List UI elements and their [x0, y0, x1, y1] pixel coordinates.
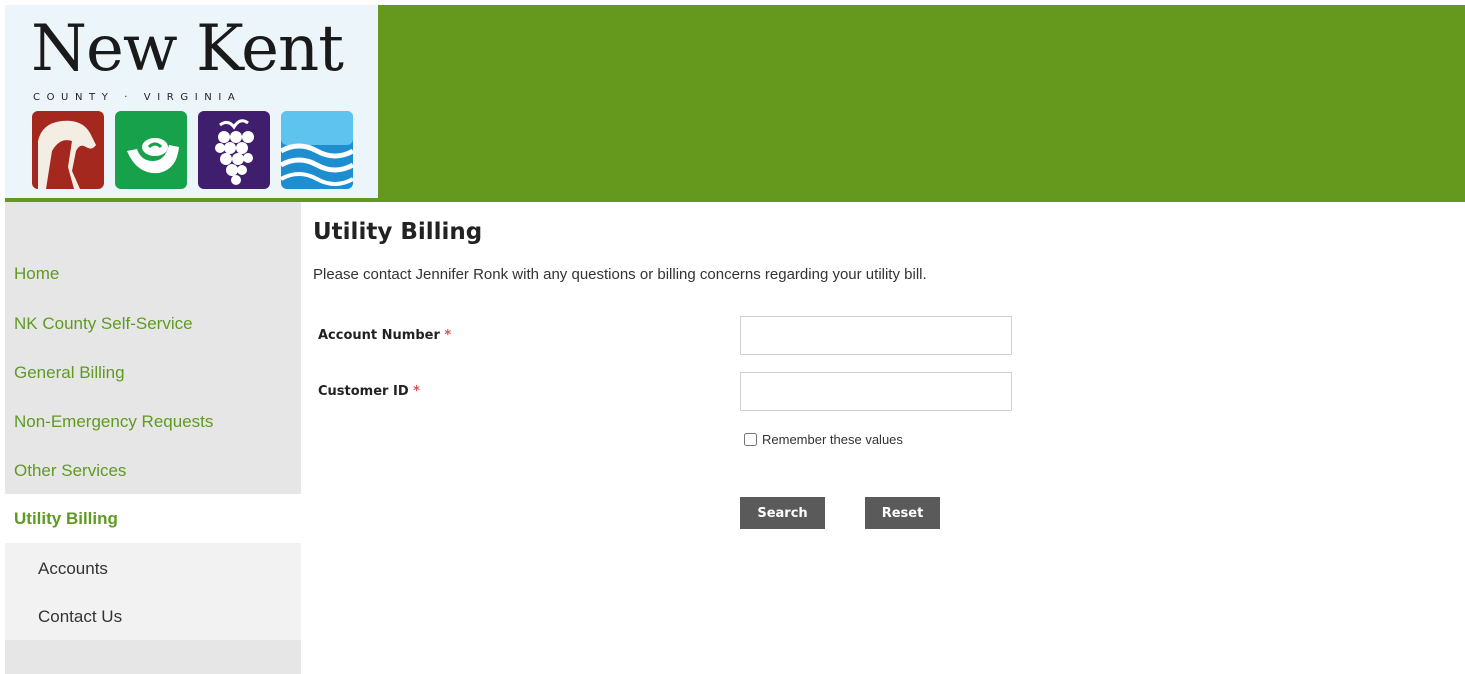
sidebar-item-label: Non-Emergency Requests [14, 411, 214, 431]
logo-subtitle: COUNTY · VIRGINIA [33, 92, 242, 103]
sidebar-item-label: Home [14, 263, 60, 283]
sidebar-item-non-emergency-requests[interactable]: Non-Emergency Requests [5, 397, 301, 446]
sidebar-item-nk-county-self-service[interactable]: NK County Self-Service [5, 299, 301, 348]
required-marker: * [444, 328, 452, 343]
account-number-label: Account Number * [318, 328, 451, 343]
search-button[interactable]: Search [740, 497, 825, 529]
horse-icon [32, 111, 104, 189]
remember-values-label: Remember these values [762, 432, 903, 447]
sidebar-subitem-label: Accounts [38, 559, 108, 578]
sidebar-item-label: NK County Self-Service [14, 313, 193, 333]
remember-values-option[interactable]: Remember these values [744, 432, 903, 447]
customer-id-input[interactable] [740, 372, 1012, 411]
sidebar-item-general-billing[interactable]: General Billing [5, 348, 301, 397]
sidebar-item-label: Utility Billing [14, 508, 118, 528]
hand-leaf-icon [115, 111, 187, 189]
remember-values-checkbox[interactable] [744, 433, 757, 446]
sidebar-subitem-accounts[interactable]: Accounts [5, 545, 301, 593]
sidebar-item-utility-billing[interactable]: Utility Billing [5, 494, 301, 543]
sidebar-subitem-label: Contact Us [38, 607, 123, 626]
water-waves-icon [279, 111, 355, 189]
reset-button[interactable]: Reset [865, 497, 940, 529]
sidebar-nav: Home NK County Self-Service General Bill… [5, 202, 301, 674]
sidebar-item-other-services[interactable]: Other Services [5, 446, 301, 495]
logo-icon-row [32, 111, 356, 191]
account-number-label-text: Account Number [318, 328, 440, 343]
logo-title: New Kent [31, 12, 344, 86]
page-title: Utility Billing [313, 219, 483, 245]
customer-id-label: Customer ID * [318, 384, 420, 399]
sidebar-item-label: Other Services [14, 460, 127, 480]
account-number-input[interactable] [740, 316, 1012, 355]
site-header: New Kent COUNTY · VIRGINIA [5, 5, 1465, 199]
county-logo[interactable]: New Kent COUNTY · VIRGINIA [5, 5, 378, 198]
intro-text: Please contact Jennifer Ronk with any qu… [313, 266, 927, 283]
customer-id-label-text: Customer ID [318, 384, 409, 399]
grapes-icon [198, 111, 270, 189]
utility-billing-submenu: Accounts Contact Us [5, 543, 301, 640]
sidebar-subitem-contact-us[interactable]: Contact Us [5, 593, 301, 641]
sidebar-item-label: General Billing [14, 362, 125, 382]
required-marker: * [413, 384, 420, 399]
sidebar-item-home[interactable]: Home [5, 249, 301, 298]
